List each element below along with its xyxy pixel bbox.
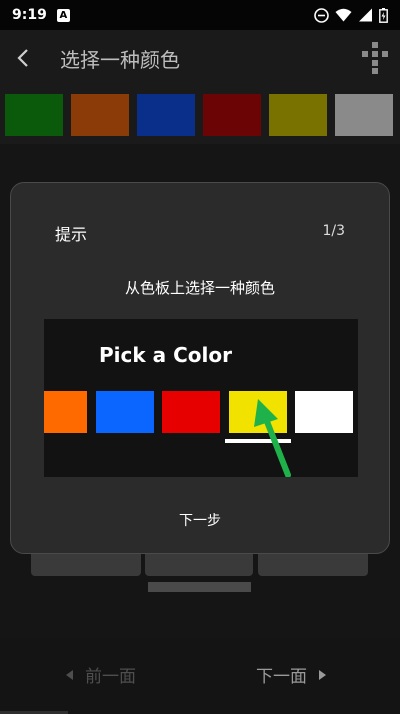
status-time: 9:19	[12, 7, 47, 23]
status-bar: 9:19 A	[0, 0, 400, 30]
face-button-middle[interactable]	[145, 554, 253, 576]
previous-face-button[interactable]: 前一面	[66, 662, 136, 687]
palette-swatch-6[interactable]	[335, 94, 393, 136]
palette-swatch-2[interactable]	[71, 94, 129, 136]
notification-icon: A	[56, 8, 70, 22]
bottom-navigation: 前一面 下一面	[0, 638, 400, 714]
signal-icon	[359, 8, 372, 22]
dialog-next-button[interactable]: 下一步	[11, 510, 389, 530]
tutorial-dialog: 提示 1/3 从色板上选择一种颜色 Pick a Color 下一步	[10, 182, 390, 554]
face-indicator-bar	[148, 582, 251, 592]
do-not-disturb-icon	[314, 7, 329, 23]
palette-swatch-4[interactable]	[203, 94, 261, 136]
dialog-title: 提示	[55, 225, 88, 244]
pixel-menu-button[interactable]	[350, 30, 400, 86]
palette-swatch-1[interactable]	[5, 94, 63, 136]
face-buttons-row	[0, 554, 400, 578]
face-button-right[interactable]	[258, 554, 368, 576]
caret-left-icon	[66, 669, 73, 680]
dialog-subtitle: 从色板上选择一种颜色	[124, 279, 275, 297]
back-button[interactable]	[0, 30, 46, 86]
pixel-cross-icon	[362, 42, 388, 74]
wifi-icon	[335, 8, 352, 22]
next-face-label: 下一面	[256, 667, 307, 687]
back-arrow-icon	[17, 49, 28, 67]
next-face-button[interactable]: 下一面	[256, 662, 326, 687]
app-bar: 选择一种颜色	[0, 30, 400, 86]
caret-right-icon	[319, 669, 326, 680]
battery-icon	[379, 7, 388, 23]
pointer-arrow-icon	[254, 399, 291, 477]
tutorial-illustration: Pick a Color	[44, 319, 358, 477]
face-button-left[interactable]	[31, 554, 141, 576]
palette-swatch-3[interactable]	[137, 94, 195, 136]
page-title: 选择一种颜色	[60, 47, 180, 72]
previous-face-label: 前一面	[85, 667, 136, 687]
color-palette-strip	[0, 86, 400, 144]
palette-swatch-5[interactable]	[269, 94, 327, 136]
dialog-page-indicator: 1/3	[322, 223, 345, 239]
